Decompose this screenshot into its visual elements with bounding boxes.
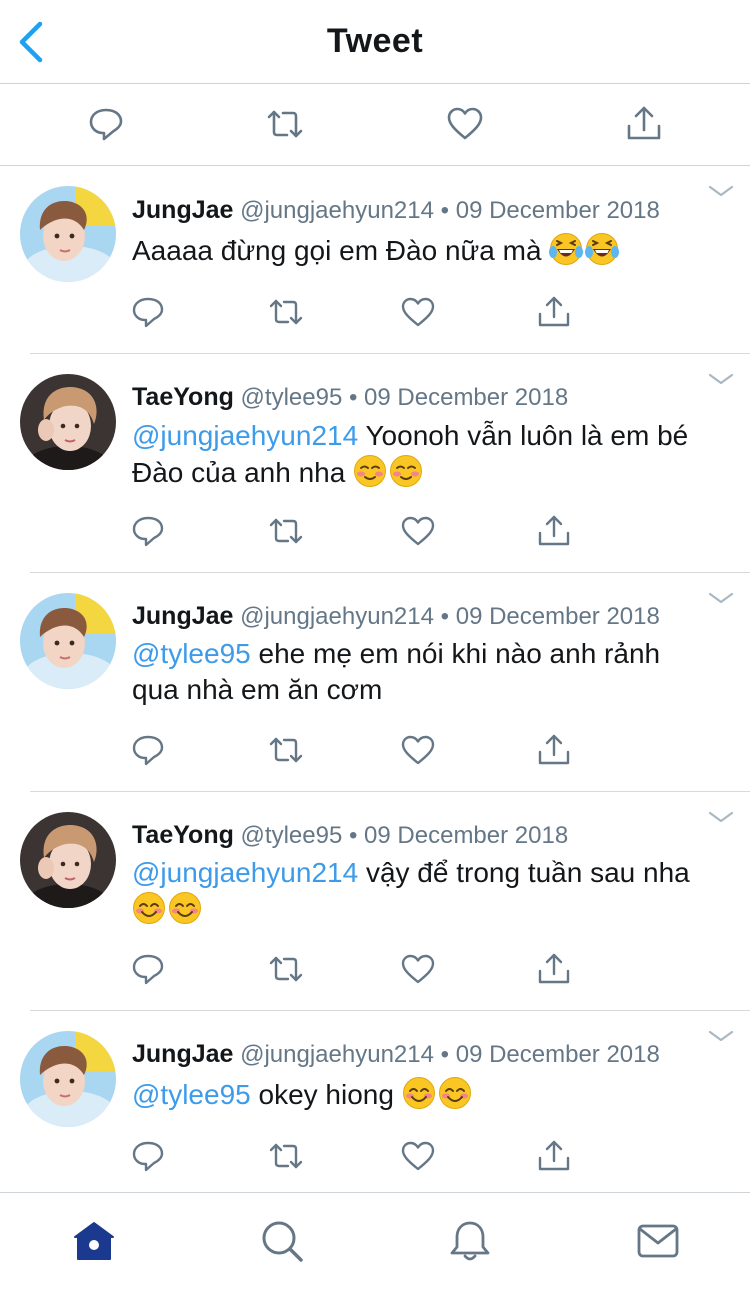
reply-icon[interactable] (130, 732, 166, 768)
laughing-tears-emoji (549, 233, 584, 265)
bottom-tab-bar (0, 1192, 750, 1289)
mention-link[interactable]: @tylee95 (132, 638, 251, 669)
chevron-down-icon[interactable] (708, 1029, 734, 1043)
chevron-down-icon[interactable] (708, 372, 734, 386)
relieved-blush-emoji (354, 455, 387, 487)
share-icon[interactable] (536, 1138, 572, 1174)
chevron-down-icon[interactable] (708, 591, 734, 605)
messages-icon[interactable] (636, 1219, 680, 1263)
tweet-header: JungJae @jungjaehyun214 • 09 December 20… (132, 196, 660, 225)
share-icon[interactable] (536, 732, 572, 768)
chevron-down-icon[interactable] (708, 810, 734, 824)
tweet-item[interactable]: JungJae @jungjaehyun214 • 09 December 20… (0, 573, 750, 792)
like-icon[interactable] (400, 732, 436, 768)
mention-link[interactable]: @jungjaehyun214 (132, 857, 358, 888)
mention-link[interactable]: @tylee95 (132, 1079, 251, 1110)
reply-icon[interactable] (86, 104, 126, 144)
share-icon[interactable] (536, 294, 572, 330)
reply-icon[interactable] (130, 513, 166, 549)
tweet-item[interactable]: JungJae @jungjaehyun214 • 09 December 20… (0, 166, 750, 354)
user-handle[interactable]: @jungjaehyun214 (240, 603, 434, 630)
share-icon[interactable] (536, 951, 572, 987)
home-icon[interactable] (72, 1219, 116, 1263)
tweet-header: TaeYong @tylee95 • 09 December 2018 (132, 383, 568, 412)
smiling-blush-emoji (438, 1077, 471, 1109)
avatar[interactable] (20, 186, 116, 282)
smiling-blush-emoji (402, 1077, 435, 1109)
chevron-down-icon[interactable] (708, 184, 734, 198)
laughing-tears-emoji (585, 233, 620, 265)
user-handle[interactable]: @tylee95 (241, 384, 343, 411)
user-handle[interactable]: @jungjaehyun214 (240, 197, 434, 224)
display-name[interactable]: TaeYong (132, 383, 234, 411)
user-handle[interactable]: @tylee95 (241, 822, 343, 849)
tweet-date: 09 December 2018 (364, 822, 569, 849)
avatar[interactable] (20, 374, 116, 470)
tweet-header: JungJae @jungjaehyun214 • 09 December 20… (132, 1040, 660, 1069)
like-icon[interactable] (400, 951, 436, 987)
tweet-header: JungJae @jungjaehyun214 • 09 December 20… (132, 602, 660, 631)
tweet-header: TaeYong @tylee95 • 09 December 2018 (132, 821, 568, 850)
display-name[interactable]: JungJae (132, 1040, 233, 1068)
tweet-date: 09 December 2018 (364, 384, 569, 411)
tweet-body-text: Aaaaa đừng gọi em Đào nữa mà (132, 235, 542, 266)
reply-icon[interactable] (130, 1138, 166, 1174)
tweet-text: @tylee95 ehe mẹ em nói khi nào anh rảnh … (132, 636, 712, 708)
separator-dot: • (440, 1041, 450, 1068)
like-icon[interactable] (445, 104, 485, 144)
retweet-icon[interactable] (268, 951, 304, 987)
mention-link[interactable]: @jungjaehyun214 (132, 420, 358, 451)
display-name[interactable]: JungJae (132, 196, 233, 224)
share-icon[interactable] (624, 104, 664, 144)
tweet-body-text: vậy để trong tuần sau nha (358, 857, 690, 888)
retweet-icon[interactable] (268, 294, 304, 330)
separator-dot: • (440, 603, 450, 630)
notifications-icon[interactable] (448, 1219, 492, 1263)
user-handle[interactable]: @jungjaehyun214 (240, 1041, 434, 1068)
avatar[interactable] (20, 812, 116, 908)
tweet-item[interactable]: JungJae @jungjaehyun214 • 09 December 20… (0, 1011, 750, 1192)
like-icon[interactable] (400, 1138, 436, 1174)
avatar[interactable] (20, 593, 116, 689)
like-icon[interactable] (400, 513, 436, 549)
retweet-icon[interactable] (268, 732, 304, 768)
tweet-date: 09 December 2018 (455, 603, 660, 630)
tweet-text: @tylee95 okey hiong (132, 1076, 712, 1113)
smiling-blush-emoji (169, 892, 201, 924)
reply-icon[interactable] (130, 951, 166, 987)
tweet-item[interactable]: TaeYong @tylee95 • 09 December 2018 @jung… (0, 354, 750, 573)
relieved-blush-emoji (390, 455, 423, 487)
page-title: Tweet (326, 22, 424, 60)
tweet-action-bar (0, 84, 750, 166)
tweet-item[interactable]: TaeYong @tylee95 • 09 December 2018 @jung… (0, 792, 750, 1011)
tweet-text: Aaaaa đừng gọi em Đào nữa mà (132, 232, 712, 269)
top-navigation-bar: Tweet (0, 0, 750, 84)
avatar[interactable] (20, 1031, 116, 1127)
display-name[interactable]: TaeYong (132, 821, 234, 849)
reply-icon[interactable] (130, 294, 166, 330)
tweet-body-text: okey hiong (250, 1079, 394, 1110)
tweet-text: @jungjaehyun214 vậy để trong tuần sau nh… (132, 855, 712, 928)
smiling-blush-emoji (133, 892, 165, 924)
tweet-text: @jungjaehyun214 Yoonoh vẫn luôn là em bé… (132, 418, 712, 491)
search-icon[interactable] (260, 1219, 304, 1263)
retweet-icon[interactable] (268, 513, 304, 549)
separator-dot: • (440, 197, 450, 224)
tweet-date: 09 December 2018 (455, 197, 660, 224)
tweet-date: 09 December 2018 (455, 1041, 660, 1068)
display-name[interactable]: JungJae (132, 602, 233, 630)
like-icon[interactable] (400, 294, 436, 330)
share-icon[interactable] (536, 513, 572, 549)
retweet-icon[interactable] (268, 1138, 304, 1174)
retweet-icon[interactable] (265, 104, 305, 144)
